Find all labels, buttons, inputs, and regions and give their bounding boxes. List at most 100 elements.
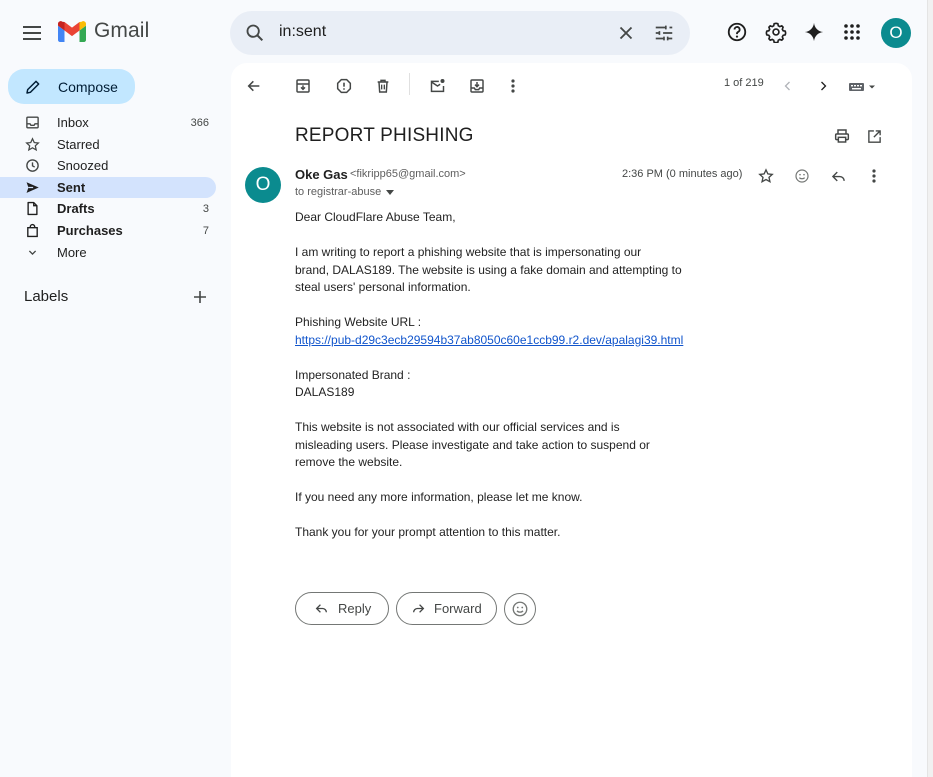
chevron-left-icon <box>784 81 790 91</box>
phishing-url-link[interactable]: https://pub-d29c3ecb29594b37ab8050c60e1c… <box>295 333 683 347</box>
gmail-logo[interactable]: Gmail <box>58 19 149 43</box>
emoji-icon <box>795 169 809 183</box>
apps-icon <box>844 24 860 40</box>
sidebar-item-label: Snoozed <box>57 158 109 174</box>
sidebar-item-count: 7 <box>202 224 209 237</box>
help-button[interactable] <box>724 19 750 45</box>
sidebar-item-label: Inbox <box>57 115 89 130</box>
star-outline-icon <box>758 168 774 184</box>
add-reaction-button[interactable] <box>791 165 813 187</box>
reply-icon-button[interactable] <box>827 165 849 187</box>
message-more-button[interactable] <box>863 165 885 187</box>
more-vert-icon <box>872 169 876 183</box>
menu-icon <box>23 26 41 40</box>
search-input[interactable]: in:sent <box>279 23 326 41</box>
reply-icon <box>831 171 845 181</box>
gemini-icon <box>804 22 824 42</box>
older-button[interactable] <box>812 75 834 97</box>
mark-unread-button[interactable] <box>426 75 448 97</box>
labels-heading: Labels <box>24 288 69 305</box>
search-icon[interactable] <box>244 22 266 44</box>
chevron-down-icon <box>28 250 37 255</box>
chevron-right-icon <box>821 81 827 91</box>
star-icon <box>25 136 40 151</box>
keyboard-icon <box>849 83 875 91</box>
sidebar-item-inbox[interactable]: Inbox 366 <box>0 112 216 134</box>
more-options-button[interactable] <box>502 75 524 97</box>
mark-unread-icon <box>430 79 444 93</box>
apps-button[interactable] <box>839 19 865 45</box>
archive-button[interactable] <box>292 75 314 97</box>
purchases-icon <box>27 223 38 238</box>
emoji-reaction-button[interactable] <box>504 593 536 625</box>
sidebar-item-starred[interactable]: Starred <box>0 134 216 156</box>
message-view: 1 of 219 REPORT PHISHING O Oke Gas <fikr… <box>231 63 912 777</box>
recipient-line[interactable]: to registrar-abuse <box>295 186 395 198</box>
email-subject: REPORT PHISHING <box>295 125 474 146</box>
report-spam-button[interactable] <box>333 75 355 97</box>
move-to-button[interactable] <box>466 75 488 97</box>
sender-email: <fikripp65@gmail.com> <box>350 168 466 180</box>
account-avatar[interactable]: O <box>881 18 911 48</box>
sidebar-item-label: Purchases <box>57 222 123 238</box>
open-new-window-button[interactable] <box>863 125 885 147</box>
caret-down-icon[interactable] <box>386 190 395 195</box>
toolbar-divider <box>409 73 410 95</box>
forward-label: Forward <box>434 601 482 616</box>
top-bar: Gmail in:sent O <box>0 0 933 64</box>
sidebar-item-count: 366 <box>190 117 209 129</box>
body-para4: If you need any more information, please… <box>295 490 583 504</box>
archive-icon <box>296 79 310 93</box>
sidebar-item-purchases[interactable]: Purchases 7 <box>0 220 216 242</box>
pencil-icon <box>26 80 40 94</box>
sidebar-item-label: More <box>57 244 87 260</box>
clock-icon <box>26 159 39 172</box>
input-tools-button[interactable] <box>845 75 881 97</box>
pagination-text: 1 of 219 <box>724 77 764 89</box>
body-para3: This website is not associated with our … <box>295 420 650 469</box>
settings-button[interactable] <box>763 19 789 45</box>
body-brand-block: Impersonated Brand : DALAS189 <box>295 367 715 402</box>
inbox-icon <box>26 116 39 129</box>
page-scrollbar[interactable] <box>927 0 933 777</box>
star-message-button[interactable] <box>755 165 777 187</box>
emoji-icon <box>512 601 528 617</box>
more-vert-icon <box>511 79 515 93</box>
print-icon <box>834 129 850 143</box>
gemini-button[interactable] <box>801 19 827 45</box>
app-name: Gmail <box>94 19 150 42</box>
sidebar-item-label: Starred <box>57 136 100 152</box>
trash-icon <box>377 79 389 93</box>
sidebar-item-sent[interactable]: Sent <box>0 176 216 199</box>
search-bar[interactable]: in:sent <box>230 11 690 55</box>
main-menu-button[interactable] <box>15 16 49 50</box>
url-label: Phishing Website URL : <box>295 315 422 329</box>
sender-avatar[interactable]: O <box>245 167 281 203</box>
sidebar-item-label: Drafts <box>57 201 95 217</box>
clear-search-icon[interactable] <box>615 22 637 44</box>
sidebar-item-count: 3 <box>202 203 209 216</box>
draft-icon <box>27 202 38 216</box>
print-button[interactable] <box>831 125 853 147</box>
open-in-new-icon <box>867 129 881 143</box>
reply-button[interactable]: Reply <box>295 592 389 625</box>
brand-value: DALAS189 <box>295 385 355 399</box>
sidebar-item-snoozed[interactable]: Snoozed <box>0 155 216 177</box>
newer-button[interactable] <box>777 75 799 97</box>
add-label-icon[interactable] <box>192 289 208 305</box>
back-button[interactable] <box>243 75 265 97</box>
help-icon <box>727 22 747 42</box>
message-timestamp: 2:36 PM (0 minutes ago) <box>622 168 743 180</box>
gmail-m-icon <box>58 20 86 42</box>
forward-button[interactable]: Forward <box>396 592 497 625</box>
sender-name[interactable]: Oke Gas <box>295 167 348 182</box>
forward-icon <box>412 604 425 613</box>
reply-icon <box>315 604 328 613</box>
compose-button[interactable]: Compose <box>8 69 135 104</box>
arrow-back-icon <box>247 80 260 92</box>
sidebar-item-more[interactable]: More <box>0 242 216 264</box>
search-options-icon[interactable] <box>653 22 675 44</box>
delete-button[interactable] <box>372 75 394 97</box>
report-spam-icon <box>336 78 352 94</box>
sidebar-item-drafts[interactable]: Drafts 3 <box>0 198 216 220</box>
